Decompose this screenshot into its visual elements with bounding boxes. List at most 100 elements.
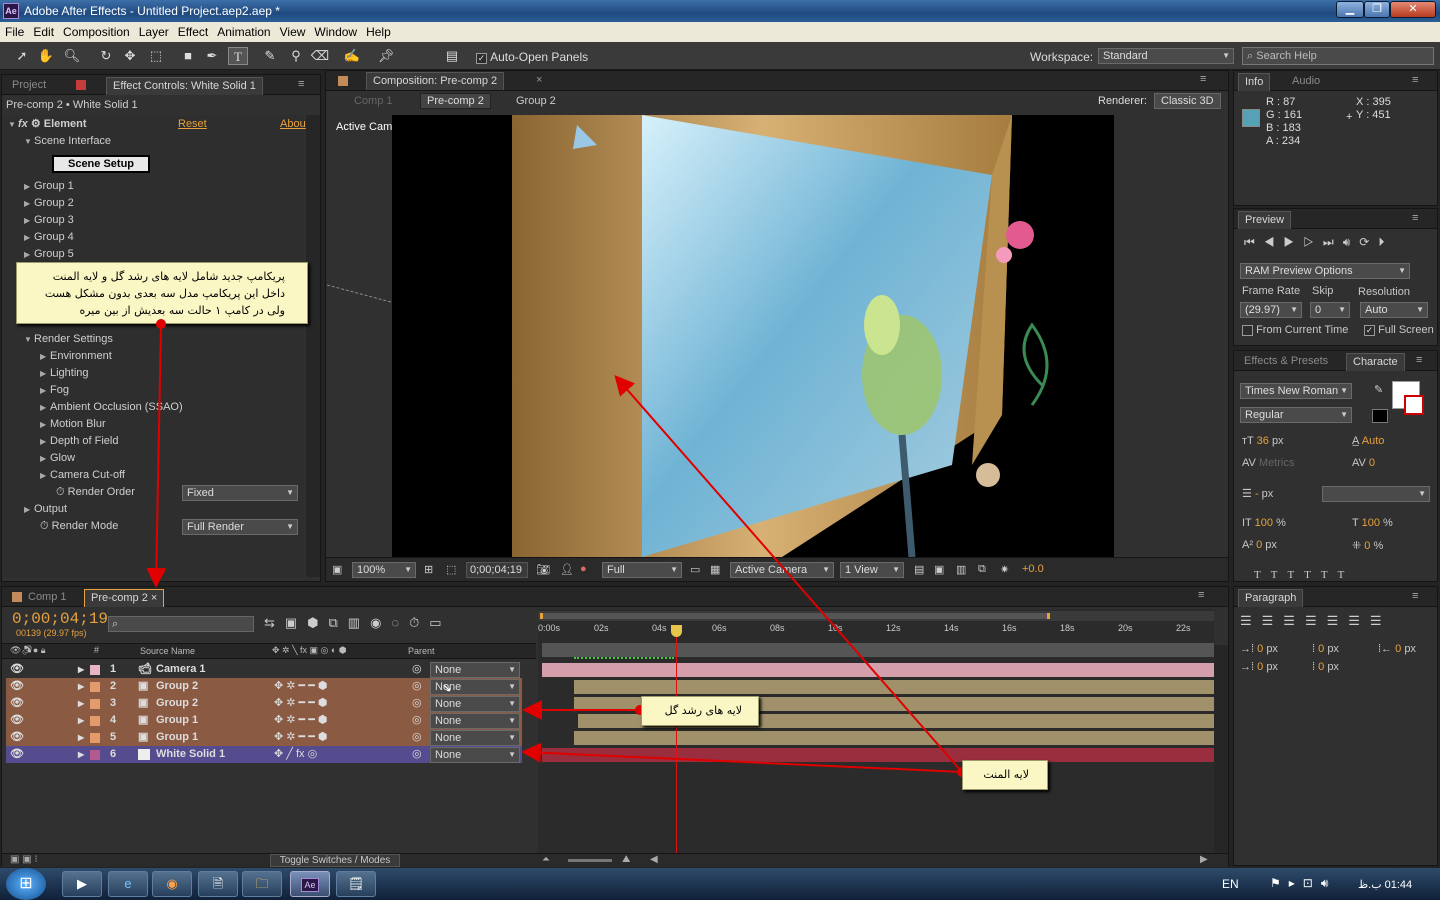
group-2-toggle[interactable]: ▶ Group 2 (24, 195, 74, 212)
layer-row[interactable]: 👁︎ ▶ 3 ▣ Group 2 ✥ ✲ ━ ━ ⬢ ◎ None ▼ (6, 695, 522, 712)
safe-area-icon[interactable]: ⬚ (446, 563, 456, 576)
show-snapshot-icon[interactable]: 👤︎ (560, 563, 574, 576)
tab-project[interactable]: Project (6, 77, 52, 95)
space-after-value[interactable]: 0 (1318, 661, 1324, 673)
channel-icon[interactable]: ● (580, 563, 587, 575)
preview-resolution-select[interactable]: Auto ▼ (1360, 302, 1428, 318)
layer-bar[interactable] (574, 731, 1214, 745)
label-color[interactable] (90, 733, 100, 743)
current-time-indicator[interactable] (676, 625, 677, 855)
layer-bar-camera[interactable] (542, 663, 1214, 677)
toggle-pixel-icon[interactable]: ▤ (914, 563, 924, 576)
eye-icon[interactable]: 👁︎ (10, 678, 24, 695)
viewer[interactable]: Active Camera (326, 113, 1228, 557)
transparency-grid-icon[interactable]: ▦ (710, 563, 720, 576)
eye-icon[interactable]: 👁︎ (10, 695, 24, 712)
output-toggle[interactable]: ▶ Output (24, 501, 67, 518)
nav-group-2[interactable]: Group 2 (516, 95, 556, 107)
eye-icon[interactable]: 👁︎ (10, 661, 24, 678)
view-layout-select[interactable]: 1 View ▼ (840, 562, 904, 578)
render-settings-toggle[interactable]: ▼ Render Settings (24, 331, 113, 348)
clone-stamp-tool-icon[interactable]: ⚲ (286, 47, 306, 65)
internet-explorer-icon[interactable]: e (108, 871, 148, 897)
switch-icons[interactable]: ✥ ✲ ━ ━ ⬢ (274, 695, 328, 712)
group-4-toggle[interactable]: ▶ Group 4 (24, 229, 74, 246)
switch-icons[interactable]: ✥ ✲ ━ ━ ⬢ (274, 712, 328, 729)
label-color[interactable] (90, 716, 100, 726)
group-3-toggle[interactable]: ▶ Group 3 (24, 212, 74, 229)
render-order-select[interactable]: Fixed ▼ (182, 485, 298, 501)
tab-preview[interactable]: Preview (1238, 211, 1292, 229)
effect-about-link[interactable]: Abou (280, 116, 306, 133)
tab-effects-presets[interactable]: Effects & Presets (1238, 353, 1334, 371)
timeline-icon[interactable]: ▥ (956, 563, 966, 576)
footer-icons[interactable]: ▣ ▣ ⁝ (10, 854, 38, 865)
zoom-in-icon[interactable]: ⛰ (622, 854, 630, 865)
roto-brush-tool-icon[interactable]: ✍ (342, 47, 362, 65)
parent-header[interactable]: Parent (408, 646, 435, 656)
panel-menu-icon[interactable]: ≡ (1412, 590, 1418, 602)
zoom-slider[interactable] (568, 859, 612, 862)
effect-header[interactable]: ▼ fx ⚙ Element (8, 116, 87, 133)
ram-preview-select[interactable]: RAM Preview Options ▼ (1240, 263, 1410, 279)
switch-icons[interactable]: ✥ ✲ ━ ━ ⬢ (274, 678, 328, 695)
always-preview-icon[interactable]: ▣ (332, 563, 342, 576)
source-name-header[interactable]: Source Name (140, 646, 195, 656)
pickwhip-icon[interactable]: ◎ (412, 729, 422, 746)
after-effects-task-icon[interactable]: Ae (290, 871, 330, 897)
firefox-icon[interactable]: ◉ (152, 871, 192, 897)
depth-of-field-toggle[interactable]: ▶ Depth of Field (40, 433, 118, 450)
camera-view-select[interactable]: Active Camera ▼ (730, 562, 834, 578)
scroll-right-icon[interactable]: ▶ (1200, 854, 1208, 865)
parent-select[interactable]: None ▼ (430, 696, 520, 712)
full-screen-checkbox[interactable]: ✓ (1364, 324, 1375, 336)
workspace-select[interactable]: Standard ▼ (1098, 48, 1234, 64)
brush-tool-icon[interactable]: ✎ (260, 47, 280, 65)
close-button[interactable]: ✕ (1390, 1, 1436, 18)
baseline-shift-value[interactable]: 0 (1256, 539, 1262, 551)
tab-audio[interactable]: Audio (1286, 73, 1326, 91)
media-player-icon[interactable]: ▶ (62, 871, 102, 897)
start-button[interactable]: ⊞ (6, 868, 46, 900)
ssao-toggle[interactable]: ▶ Ambient Occlusion (SSAO) (40, 399, 183, 416)
tab-info[interactable]: Info (1238, 73, 1271, 91)
parent-select[interactable]: None ▼ (430, 662, 520, 678)
layer-name[interactable]: Group 2 (156, 695, 198, 712)
time-graph[interactable]: 0:00s 02s 04s 06s 08s 10s 12s 14s 16s 18… (538, 609, 1214, 855)
label-color[interactable] (90, 750, 100, 760)
pickwhip-icon[interactable]: ◎ (412, 695, 422, 712)
menu-effect[interactable]: Effect (173, 22, 212, 39)
parent-select[interactable]: None ▼ (430, 747, 520, 763)
layer-bar-solid[interactable] (542, 748, 1214, 762)
rotate-tool-icon[interactable]: ↻ (96, 47, 116, 65)
panel-menu-icon[interactable]: ≡ (1412, 74, 1418, 86)
timeline-search-input[interactable]: ⌕ (108, 616, 254, 632)
expand-icon[interactable]: ▶ (78, 678, 84, 695)
tab-paragraph[interactable]: Paragraph (1238, 589, 1304, 607)
layer-name[interactable]: White Solid 1 (156, 746, 225, 763)
eyedropper-icon[interactable]: ✎ (1374, 383, 1383, 396)
toggle-switches-modes-button[interactable]: Toggle Switches / Modes (270, 854, 400, 867)
auto-open-checkbox[interactable]: ✓ (476, 52, 487, 64)
menu-layer[interactable]: Layer (134, 22, 173, 39)
scene-setup-button[interactable]: Scene Setup (52, 155, 150, 173)
scene-interface-toggle[interactable]: ▼ Scene Interface (24, 133, 111, 150)
panel-menu-icon[interactable]: ≡ (1412, 212, 1418, 224)
eye-icon[interactable]: 👁︎ (10, 729, 24, 746)
resolution-select[interactable]: Full ▼ (602, 562, 682, 578)
layer-row[interactable]: 👁︎ ▶ 4 ▣ Group 1 ✥ ✲ ━ ━ ⬢ ◎ None ▼ (6, 712, 522, 729)
expand-icon[interactable]: ▶ (78, 712, 84, 729)
pen-tool-icon[interactable]: ✒ (202, 47, 222, 65)
stopwatch-icon[interactable]: ⏱ (40, 520, 49, 532)
snapshot-icon[interactable]: 📷︎ (536, 563, 550, 576)
timeline-scrollbar[interactable] (1214, 645, 1228, 855)
glow-toggle[interactable]: ▶ Glow (40, 450, 75, 467)
rectangle-tool-icon[interactable]: ■ (178, 47, 198, 65)
puppet-tool-icon[interactable]: 📌︎ (376, 47, 396, 65)
environment-toggle[interactable]: ▶ Environment (40, 348, 112, 365)
label-color[interactable] (90, 665, 100, 675)
tab-comp-1[interactable]: Comp 1 (22, 589, 73, 607)
flowchart-icon[interactable]: ⧉ (978, 563, 986, 576)
close-tab-icon[interactable]: × (536, 74, 542, 86)
clock[interactable]: 01:44 ب.ظ (1358, 878, 1412, 891)
